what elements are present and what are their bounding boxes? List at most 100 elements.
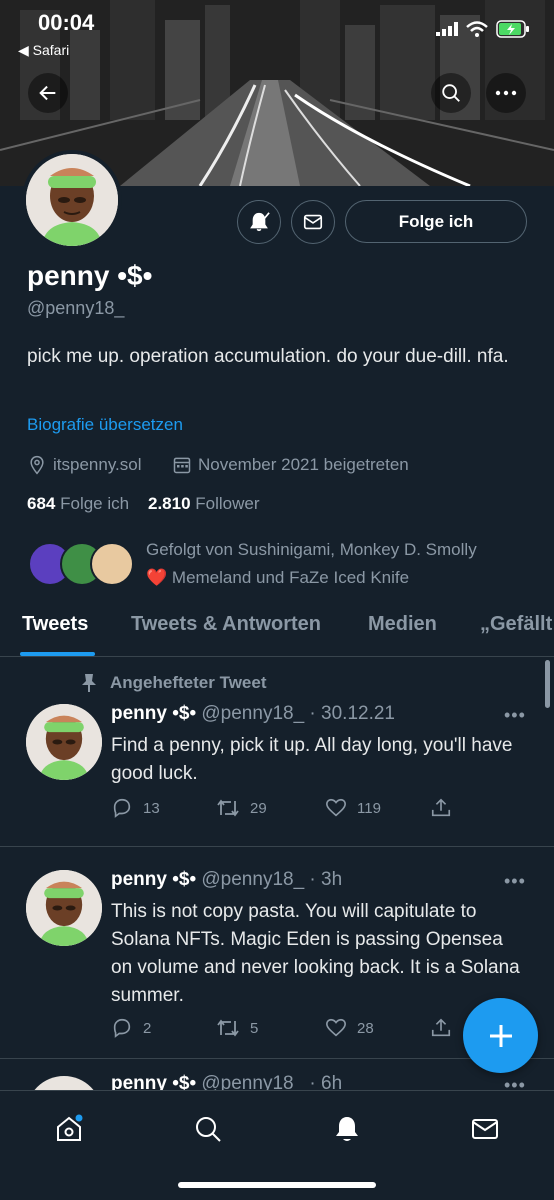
following-button[interactable]: Folge ich [345, 200, 527, 243]
profile-joined: November 2021 beigetreten [172, 455, 409, 475]
following-link[interactable]: 684 Folge ich [27, 494, 129, 513]
arrow-left-icon [39, 85, 56, 101]
heart-outline-icon [326, 1018, 346, 1037]
status-time: 00:04 [38, 10, 95, 35]
pinned-text: Angehefteter Tweet [110, 673, 267, 692]
status-bar: 00:04 ◀ Safari [0, 0, 554, 60]
location-text: itspenny.sol [53, 455, 142, 474]
followers-link[interactable]: 2.810 Follower [148, 494, 260, 513]
followed-by-line-2: ❤️ Memeland und FaZe Iced Knife [146, 564, 526, 592]
tweet-avatar[interactable] [26, 704, 102, 780]
follower-avatar[interactable] [90, 542, 134, 586]
nav-home[interactable] [47, 1107, 91, 1151]
signal-icon [436, 22, 458, 36]
reply-button[interactable]: 2 [111, 1017, 151, 1039]
like-count: 28 [357, 1019, 374, 1037]
nav-notifications[interactable] [325, 1107, 369, 1151]
tweet-handle-time: @penny18_ · 3h [201, 869, 343, 890]
scrollbar[interactable] [545, 660, 550, 708]
pin-icon [82, 674, 96, 692]
wifi-icon [466, 21, 488, 37]
nav-messages[interactable] [463, 1107, 507, 1151]
reply-count: 2 [143, 1019, 152, 1037]
mail-icon [303, 214, 323, 230]
reply-icon [113, 798, 131, 818]
home-indicator [178, 1182, 376, 1188]
more-options-button[interactable] [486, 73, 526, 113]
share-icon [431, 1018, 451, 1037]
tweet-author-name[interactable]: penny •$• [111, 703, 196, 724]
profile-bio: pick me up. operation accumulation. do y… [27, 346, 509, 367]
share-icon [431, 798, 451, 817]
more-horizontal-icon [495, 90, 517, 96]
tabs-divider [0, 656, 554, 657]
followed-by-text[interactable]: Gefolgt von Sushinigami, Monkey D. Smoll… [146, 536, 526, 592]
heart-outline-icon [326, 798, 346, 817]
plus-icon [489, 1024, 512, 1047]
tweet-avatar[interactable] [26, 870, 102, 946]
tab-media[interactable]: Medien [368, 613, 437, 636]
like-button[interactable]: 119 [325, 797, 381, 819]
tweet-text[interactable]: Find a penny, pick it up. All day long, … [111, 732, 521, 788]
heart-icon: ❤️ [146, 568, 168, 587]
reply-count: 13 [143, 799, 160, 817]
notifications-subscribed-button[interactable] [237, 200, 281, 244]
search-icon [442, 84, 460, 102]
home-icon [57, 1114, 83, 1141]
retweet-count: 29 [250, 799, 267, 817]
tweet-author-name[interactable]: penny •$• [111, 869, 196, 890]
like-count: 119 [357, 799, 381, 817]
avatar-image [26, 154, 118, 246]
translate-bio-link[interactable]: Biografie übersetzen [27, 415, 183, 435]
compose-tweet-button[interactable] [463, 998, 538, 1073]
tweet-more-button[interactable]: ••• [504, 705, 526, 726]
reply-icon [113, 1018, 131, 1038]
tweet-more-button[interactable]: ••• [504, 871, 526, 892]
tab-tweets[interactable]: Tweets [22, 613, 88, 636]
calendar-icon [173, 457, 191, 474]
profile-location: itspenny.sol [27, 455, 142, 475]
share-button[interactable] [430, 797, 452, 819]
nav-search[interactable] [186, 1107, 230, 1151]
status-icons [436, 20, 530, 38]
bell-check-icon [250, 212, 270, 232]
like-button[interactable]: 28 [325, 1017, 374, 1039]
profile-stats: 684 Folge ich 2.810 Follower [27, 494, 260, 514]
profile-handle: @penny18_ [27, 298, 125, 318]
share-button[interactable] [430, 1017, 452, 1039]
retweet-icon [217, 1019, 239, 1037]
tweet-handle-time: @penny18_ · 30.12.21 [201, 703, 395, 724]
followed-by-line-1: Gefolgt von Sushinigami, Monkey D. Smoll… [146, 540, 477, 559]
tweet-divider [0, 846, 554, 847]
avatar-image [26, 704, 102, 780]
joined-text: November 2021 beigetreten [198, 455, 409, 474]
retweet-count: 5 [250, 1019, 259, 1037]
profile-name: penny •$• [27, 260, 153, 291]
profile-avatar[interactable] [22, 150, 122, 250]
mail-icon [472, 1119, 498, 1139]
pinned-tweet-label: Angehefteter Tweet [80, 673, 267, 693]
reply-button[interactable]: 13 [111, 797, 160, 819]
avatar-image [26, 870, 102, 946]
retweet-button[interactable]: 5 [216, 1017, 258, 1039]
followed-by-line-2-text: Memeland und FaZe Iced Knife [171, 568, 410, 587]
retweet-button[interactable]: 29 [216, 797, 267, 819]
bell-icon [336, 1117, 358, 1141]
tweet-header: penny •$• @penny18_ · 3h [111, 869, 342, 891]
tweet-text[interactable]: This is not copy pasta. You will capitul… [111, 898, 521, 1010]
back-to-safari-link[interactable]: ◀ Safari [18, 42, 69, 59]
following-count: 684 [27, 494, 56, 513]
battery-charging-icon [496, 20, 529, 38]
following-label: Folge ich [60, 494, 130, 513]
tweet-header: penny •$• @penny18_ · 30.12.21 [111, 703, 395, 725]
message-button[interactable] [291, 200, 335, 244]
retweet-icon [217, 799, 239, 817]
followers-count: 2.810 [148, 494, 191, 513]
search-button[interactable] [431, 73, 471, 113]
search-icon [196, 1117, 221, 1142]
tab-likes[interactable]: „Gefällt [480, 613, 552, 636]
followers-label: Follower [195, 494, 260, 513]
tab-tweets-and-replies[interactable]: Tweets & Antworten [131, 613, 321, 636]
location-pin-icon [30, 455, 44, 475]
back-button[interactable] [28, 73, 68, 113]
